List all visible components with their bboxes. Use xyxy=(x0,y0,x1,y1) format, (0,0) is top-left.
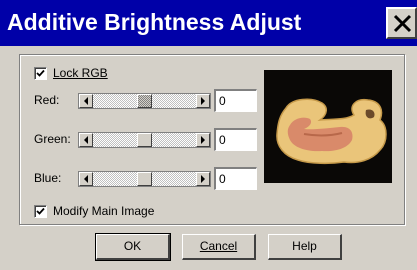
lock-rgb-label: Lock RGB xyxy=(53,66,108,80)
red-slider-thumb[interactable] xyxy=(137,94,152,108)
arrow-right-icon xyxy=(201,97,205,105)
arrow-left-icon xyxy=(84,175,88,183)
red-increment-button[interactable] xyxy=(196,94,210,108)
cancel-label: Cancel xyxy=(199,239,238,253)
checkbox-box xyxy=(34,66,47,80)
green-increment-button[interactable] xyxy=(196,133,210,147)
arrow-left-icon xyxy=(84,136,88,144)
green-slider-thumb[interactable] xyxy=(137,133,152,147)
close-icon xyxy=(393,14,412,33)
red-value-input[interactable] xyxy=(214,89,257,112)
adjust-group: Lock RGB Red: Green: Blue: xyxy=(19,54,405,225)
close-button[interactable] xyxy=(386,7,417,39)
window-title: Additive Brightness Adjust xyxy=(7,9,302,35)
arrow-right-icon xyxy=(201,175,205,183)
blue-increment-button[interactable] xyxy=(196,172,210,186)
ok-button[interactable]: OK xyxy=(95,233,171,261)
green-slider[interactable] xyxy=(78,132,211,148)
green-value-input[interactable] xyxy=(214,128,257,151)
red-label: Red: xyxy=(34,93,60,107)
blue-label: Blue: xyxy=(34,171,62,185)
blue-decrement-button[interactable] xyxy=(79,172,93,186)
blue-slider-thumb[interactable] xyxy=(137,172,152,186)
red-decrement-button[interactable] xyxy=(79,94,93,108)
red-slider[interactable] xyxy=(78,93,211,109)
title-bar[interactable]: Additive Brightness Adjust xyxy=(0,0,417,46)
arrow-right-icon xyxy=(201,136,205,144)
blue-slider[interactable] xyxy=(78,171,211,187)
arrow-left-icon xyxy=(84,97,88,105)
green-label: Green: xyxy=(34,132,71,146)
check-icon xyxy=(36,69,45,77)
modify-main-image-label: Modify Main Image xyxy=(53,204,155,218)
lock-rgb-checkbox[interactable]: Lock RGB xyxy=(34,65,108,81)
preview-image xyxy=(264,70,392,183)
cancel-button[interactable]: Cancel xyxy=(182,234,256,260)
green-decrement-button[interactable] xyxy=(79,133,93,147)
check-icon xyxy=(36,207,45,215)
checkbox-box xyxy=(34,204,47,218)
modify-main-image-checkbox[interactable]: Modify Main Image xyxy=(34,203,154,219)
image-preview xyxy=(264,70,392,183)
blue-value-input[interactable] xyxy=(214,167,257,190)
help-button[interactable]: Help xyxy=(268,234,342,260)
